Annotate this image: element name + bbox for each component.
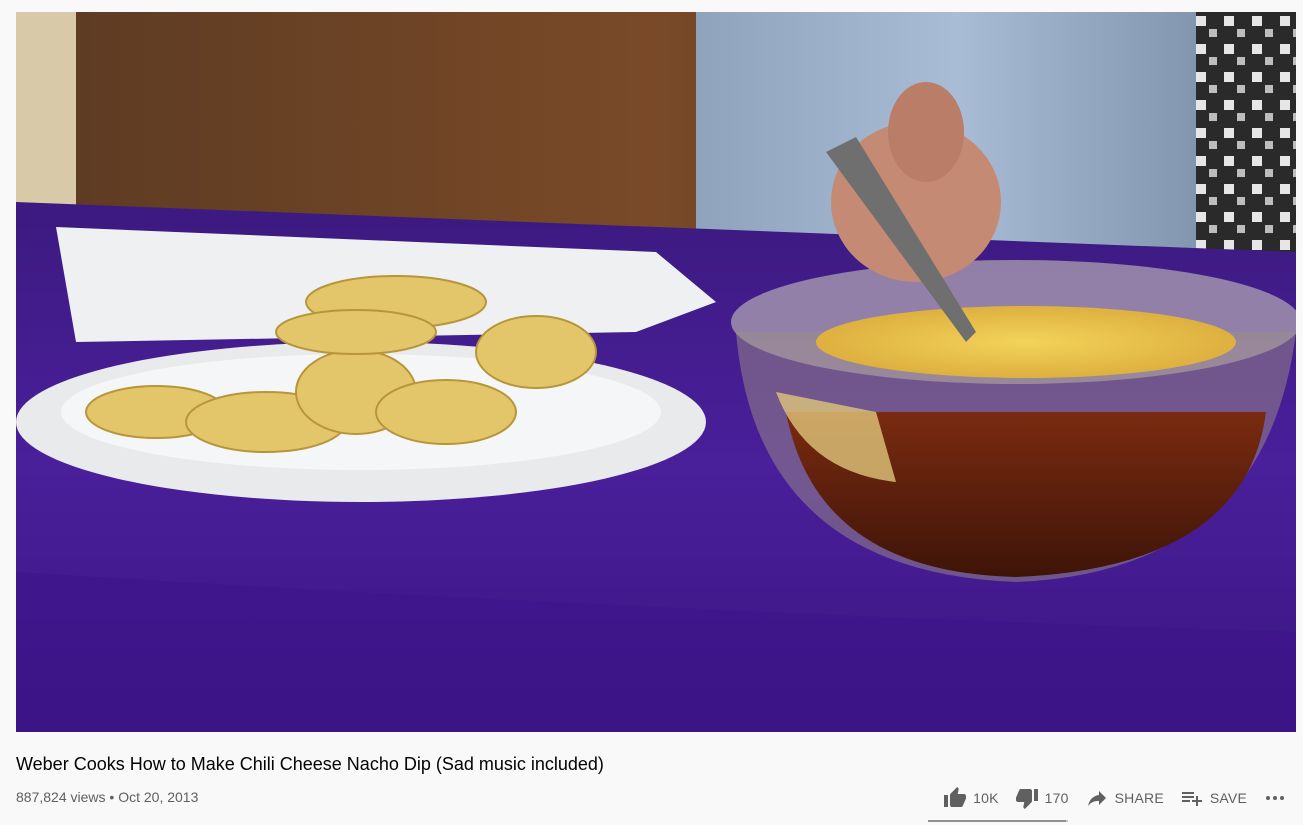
video-meta: 887,824 views • Oct 20, 2013 bbox=[16, 787, 198, 807]
meta-separator: • bbox=[109, 789, 115, 805]
video-player[interactable] bbox=[16, 12, 1296, 732]
sentiment-bar bbox=[928, 820, 1068, 822]
share-button[interactable]: SHARE bbox=[1077, 780, 1172, 816]
like-button[interactable]: 10K bbox=[935, 780, 1007, 816]
video-actions: 10K 170 SHARE SAVE bbox=[935, 780, 1303, 816]
like-count: 10K bbox=[973, 790, 999, 806]
video-frame bbox=[16, 12, 1296, 732]
thumb-up-icon bbox=[944, 787, 967, 807]
sentiment-bar-like-fill bbox=[928, 820, 1066, 822]
dislike-button[interactable]: 170 bbox=[1007, 780, 1077, 816]
more-horizontal-icon[interactable] bbox=[1263, 786, 1287, 810]
view-count: 887,824 views bbox=[16, 789, 106, 805]
dislike-count: 170 bbox=[1044, 790, 1069, 806]
upload-date: Oct 20, 2013 bbox=[118, 789, 199, 805]
video-title: Weber Cooks How to Make Chili Cheese Nac… bbox=[16, 754, 604, 774]
thumb-down-icon bbox=[1015, 789, 1038, 809]
save-label: SAVE bbox=[1209, 790, 1247, 806]
playlist-add-icon bbox=[1181, 792, 1202, 806]
share-label: SHARE bbox=[1114, 790, 1164, 806]
save-button[interactable]: SAVE bbox=[1172, 780, 1255, 816]
share-icon bbox=[1087, 791, 1106, 806]
